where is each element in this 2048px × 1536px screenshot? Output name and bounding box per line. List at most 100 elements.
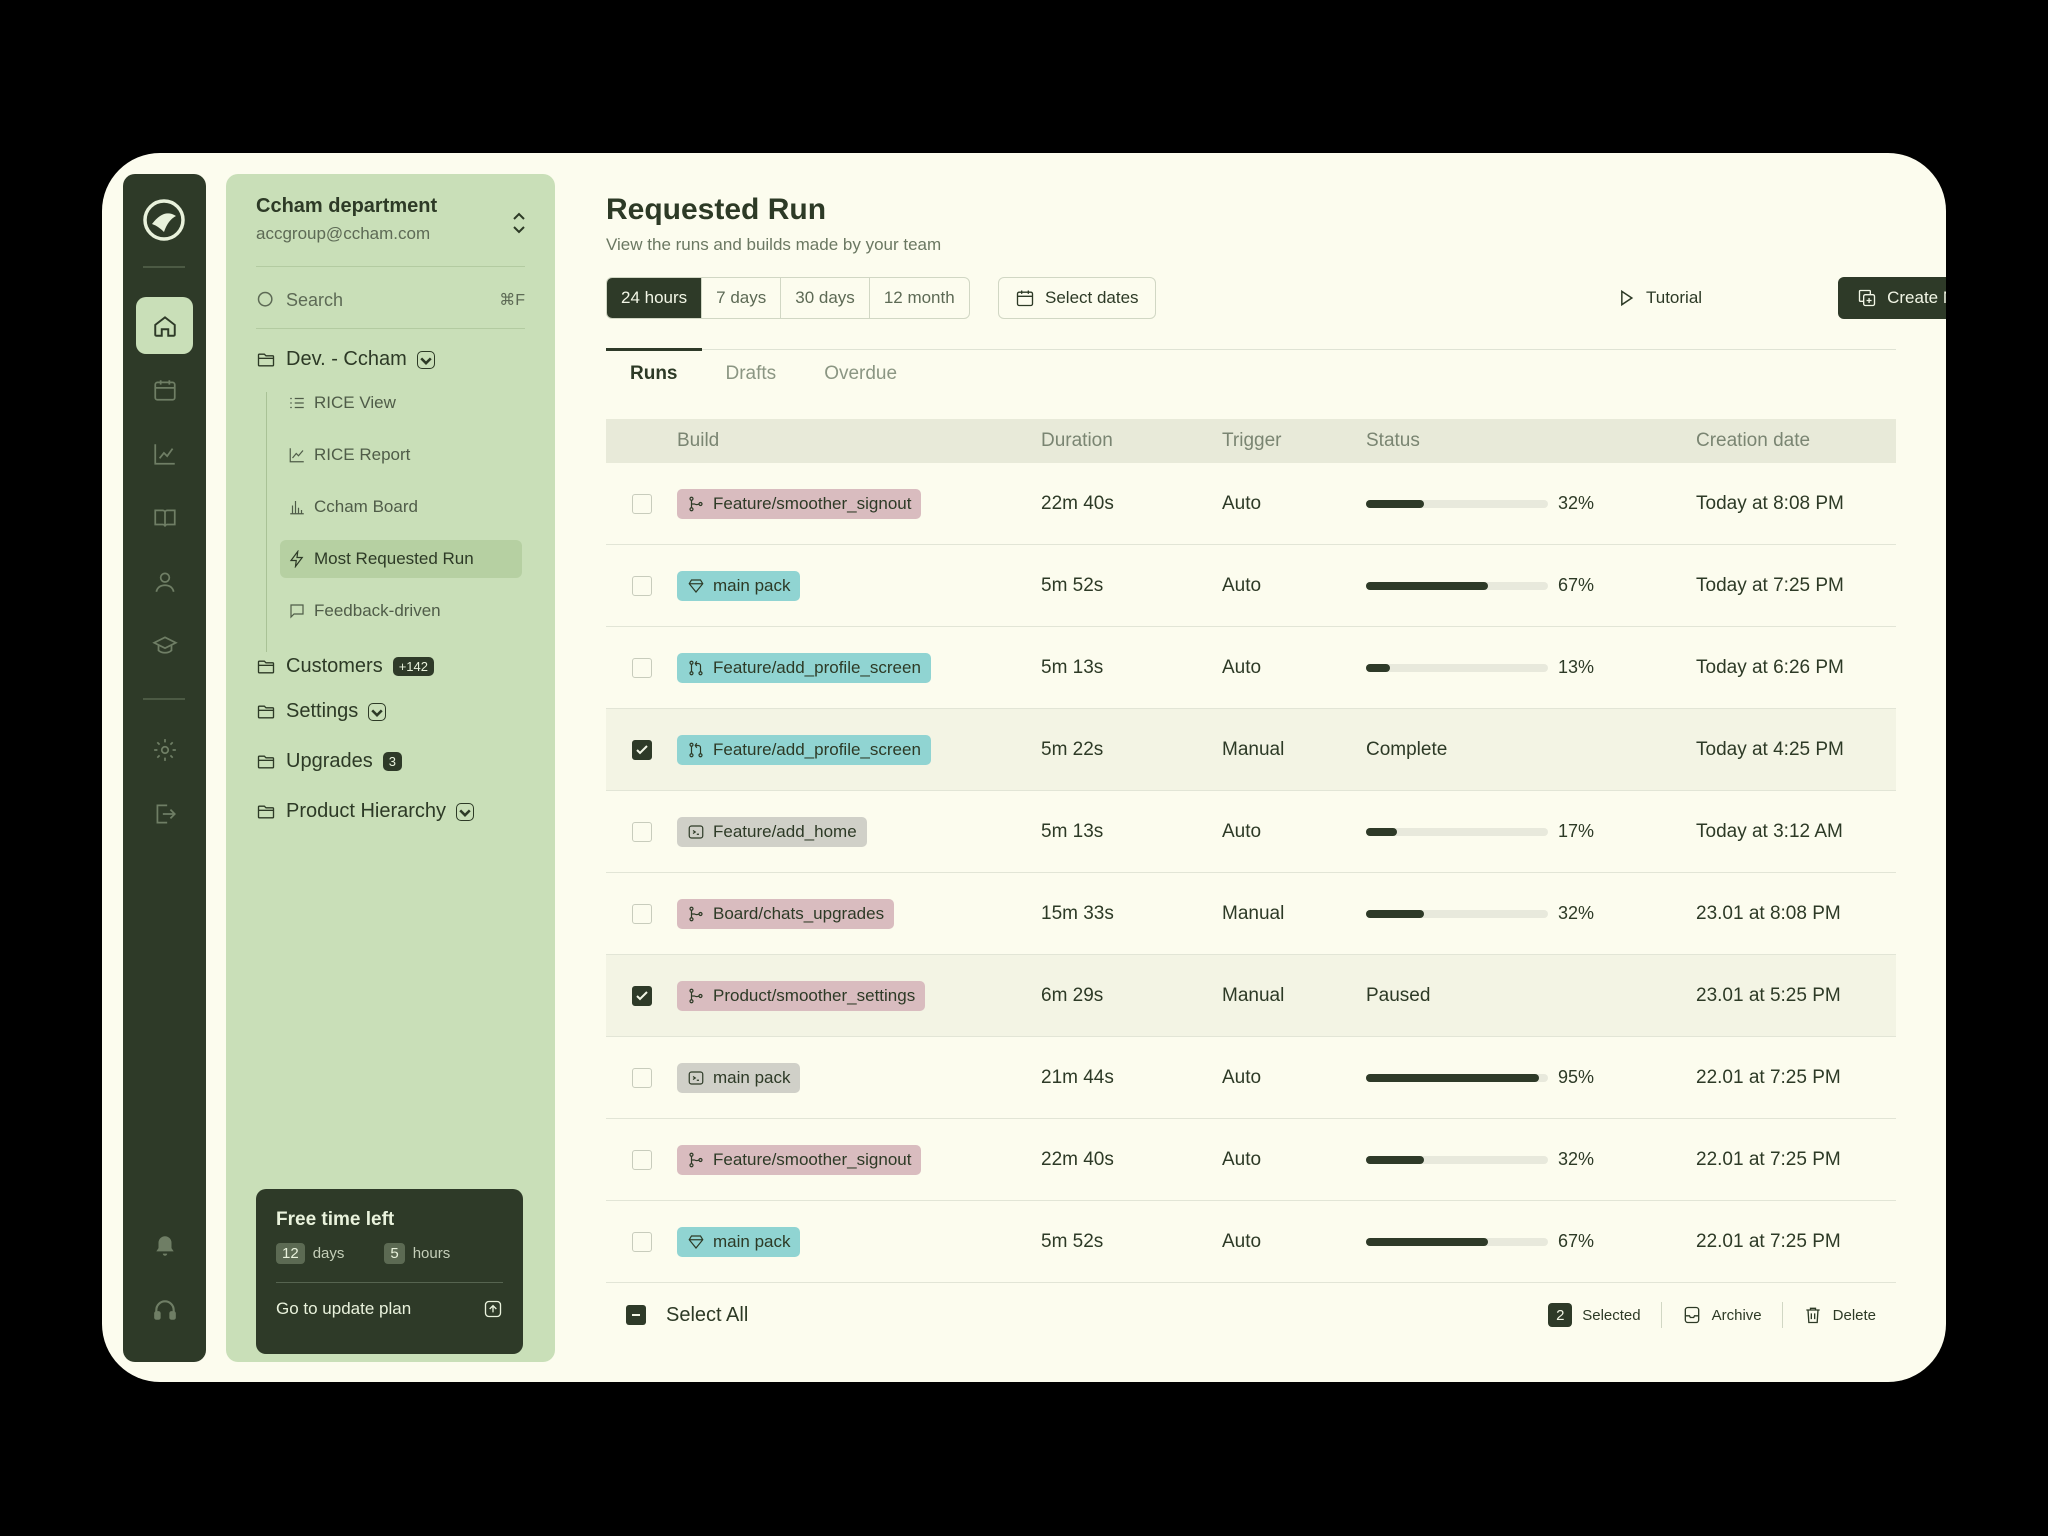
create-new-button[interactable]: Create New: [1838, 277, 1946, 319]
row-checkbox[interactable]: [631, 903, 652, 924]
chevron-down-icon[interactable]: [368, 702, 387, 721]
sidebar-item-ccham-board[interactable]: Ccham Board: [280, 488, 522, 526]
sidebar-item-label: RICE View: [314, 393, 396, 412]
row-checkbox[interactable]: [631, 1067, 652, 1088]
sidebar-group-upgrades[interactable]: Upgrades 3: [256, 750, 402, 773]
trigger-cell: Auto: [1222, 1148, 1262, 1170]
sidebar-group-label: Upgrades: [286, 750, 373, 772]
table-row[interactable]: main pack 5m 52s Auto 67% Today at 7:25 PM: [606, 545, 1896, 627]
row-checkbox[interactable]: [631, 1231, 652, 1252]
chevron-down-icon[interactable]: [456, 802, 475, 821]
rail-logout-button[interactable]: [136, 785, 193, 842]
table-row[interactable]: main pack 5m 52s Auto 67% 22.01 at 7:25 PM: [606, 1201, 1896, 1283]
range-12-month[interactable]: 12 month: [870, 278, 969, 318]
progress-percent: 32%: [1558, 1149, 1595, 1169]
trash-icon: [1805, 1307, 1820, 1324]
rail-support-button[interactable]: [136, 1281, 193, 1338]
select-dates-button[interactable]: Select dates: [998, 277, 1156, 319]
table-row[interactable]: Feature/add_home 5m 13s Auto 17% Today at 3:…: [606, 791, 1896, 873]
progress-percent: 67%: [1558, 575, 1595, 595]
build-tag[interactable]: Product/smoother_settings: [677, 980, 926, 1011]
table-row[interactable]: Board/chats_upgrades 15m 33s Manual 32% 23.0…: [606, 873, 1896, 955]
archive-button[interactable]: Archive: [1662, 1305, 1782, 1325]
table-row[interactable]: Feature/smoother_signout 22m 40s Auto 32% To…: [606, 463, 1896, 545]
trigger-cell: Auto: [1222, 1066, 1262, 1088]
org-switcher[interactable]: Ccham department accgroup@ccham.com: [256, 195, 437, 244]
sidebar-group-label: Dev. - Ccham: [286, 348, 407, 370]
column-creation-date[interactable]: Creation date: [1696, 430, 1896, 452]
tutorial-button[interactable]: Tutorial: [1616, 277, 1702, 319]
build-tag[interactable]: Board/chats_upgrades: [677, 898, 895, 929]
row-checkbox[interactable]: [631, 739, 652, 760]
update-plan-link[interactable]: Go to update plan: [276, 1299, 503, 1319]
row-checkbox[interactable]: [631, 575, 652, 596]
column-duration[interactable]: Duration: [1041, 430, 1222, 452]
rail-calendar-button[interactable]: [136, 361, 193, 418]
table-row[interactable]: Feature/add_profile_screen 5m 22s Manual Co…: [606, 709, 1896, 791]
selected-label: Selected: [1582, 1306, 1641, 1324]
column-build[interactable]: Build: [677, 430, 1041, 452]
search-placeholder: Search: [286, 289, 344, 310]
progress-fill: [1366, 499, 1425, 508]
rail-notifications-button[interactable]: [136, 1217, 193, 1274]
range-30-days[interactable]: 30 days: [781, 278, 870, 318]
row-checkbox[interactable]: [631, 657, 652, 678]
rail-analytics-button[interactable]: [136, 425, 193, 482]
build-tag[interactable]: main pack: [677, 570, 801, 601]
build-tag[interactable]: Feature/smoother_signout: [677, 1144, 922, 1175]
build-tag[interactable]: Feature/add_profile_screen: [677, 734, 931, 765]
rail-settings-button[interactable]: [136, 721, 193, 778]
chat-icon: [290, 604, 304, 619]
tab-drafts[interactable]: Drafts: [702, 350, 801, 397]
sidebar-group-settings[interactable]: Settings: [256, 700, 387, 723]
git-branch-icon: [689, 906, 703, 921]
search-icon: [257, 291, 273, 307]
sidebar-item-rice-report[interactable]: RICE Report: [280, 436, 522, 474]
rail-learn-button[interactable]: [136, 617, 193, 674]
build-tag[interactable]: Feature/smoother_signout: [677, 488, 922, 519]
minus-icon: [626, 1305, 646, 1325]
delete-label: Delete: [1832, 1306, 1876, 1324]
trigger-cell: Auto: [1222, 574, 1262, 596]
sidebar-group-customers[interactable]: Customers +142: [256, 655, 434, 678]
row-checkbox[interactable]: [631, 985, 652, 1006]
rail-docs-button[interactable]: [136, 489, 193, 546]
chevron-down-icon[interactable]: [416, 350, 435, 369]
search-input[interactable]: Search ⌘F: [256, 284, 525, 316]
delete-button[interactable]: Delete: [1783, 1305, 1896, 1325]
org-name: Ccham department: [256, 195, 438, 217]
progress-fill: [1366, 1237, 1488, 1246]
select-all-checkbox[interactable]: Select All: [606, 1304, 748, 1327]
build-tag[interactable]: Feature/add_profile_screen: [677, 652, 931, 683]
sidebar-item-feedback-driven[interactable]: Feedback-driven: [280, 592, 522, 630]
book-icon: [153, 509, 176, 527]
chevron-up-down-icon[interactable]: [509, 210, 529, 236]
sidebar-group-dev[interactable]: Dev. - Ccham: [256, 348, 435, 371]
column-status[interactable]: Status: [1366, 430, 1696, 452]
row-checkbox[interactable]: [631, 1149, 652, 1170]
bar-chart-icon: [290, 501, 304, 515]
build-tag[interactable]: main pack: [677, 1226, 801, 1257]
build-tag[interactable]: main pack: [677, 1062, 801, 1093]
build-tag[interactable]: Feature/add_home: [677, 816, 867, 847]
upgrades-count-badge: 3: [382, 752, 402, 771]
sidebar-item-most-requested-run[interactable]: Most Requested Run: [280, 540, 522, 578]
table-row[interactable]: Feature/smoother_signout 22m 40s Auto 32% 22…: [606, 1119, 1896, 1201]
sidebar-group-product-hierarchy[interactable]: Product Hierarchy: [256, 800, 475, 823]
row-checkbox[interactable]: [631, 493, 652, 514]
rail-home-button[interactable]: [136, 297, 193, 354]
trigger-cell: Auto: [1222, 820, 1262, 842]
sidebar-item-rice-view[interactable]: RICE View: [280, 384, 522, 422]
tab-runs[interactable]: Runs: [606, 348, 702, 397]
table-row[interactable]: main pack 21m 44s Auto 95% 22.01 at 7:25 PM: [606, 1037, 1896, 1119]
range-24-hours[interactable]: 24 hours: [607, 278, 703, 318]
row-checkbox[interactable]: [631, 821, 652, 842]
table-row[interactable]: Product/smoother_settings 6m 29s Manual Pau…: [606, 955, 1896, 1037]
selected-count-badge: 2: [1548, 1303, 1573, 1327]
column-trigger[interactable]: Trigger: [1222, 430, 1366, 452]
sidebar-divider: [256, 266, 525, 267]
rail-users-button[interactable]: [136, 553, 193, 610]
table-row[interactable]: Feature/add_profile_screen 5m 13s Auto 13% T…: [606, 627, 1896, 709]
tab-overdue[interactable]: Overdue: [800, 350, 921, 397]
range-7-days[interactable]: 7 days: [702, 278, 782, 318]
